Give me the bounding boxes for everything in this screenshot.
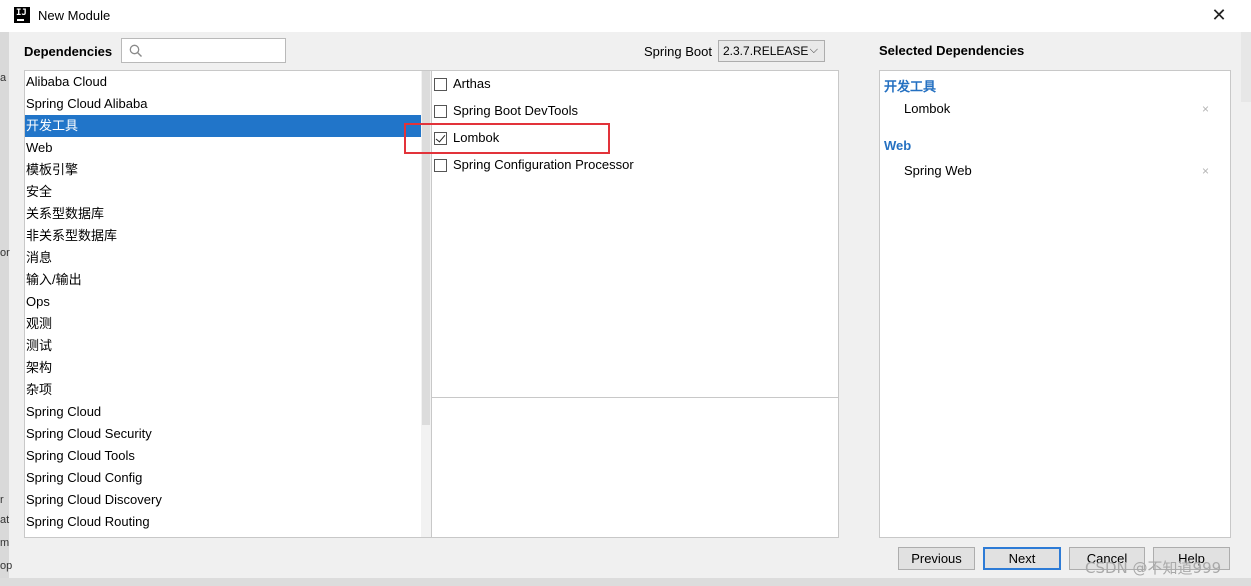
spring-boot-version-select[interactable]: 2.3.7.RELEASE ⌵: [718, 40, 825, 62]
category-item[interactable]: Web: [25, 137, 422, 159]
dependency-checkbox[interactable]: [434, 78, 447, 91]
category-item[interactable]: 关系型数据库: [25, 203, 422, 225]
category-item[interactable]: 架构: [25, 357, 422, 379]
background-window-strip: [0, 578, 1251, 586]
category-item[interactable]: 开发工具: [25, 115, 422, 137]
selected-group-title: 开发工具: [884, 79, 937, 94]
category-item[interactable]: 非关系型数据库: [25, 225, 422, 247]
remove-icon[interactable]: ×: [1202, 164, 1209, 178]
spring-boot-version-value: 2.3.7.RELEASE: [723, 44, 809, 58]
window-title: New Module: [38, 8, 111, 23]
background-window-edge-right: [1241, 32, 1251, 102]
intellij-idea-icon: IJ: [14, 7, 30, 23]
previous-button[interactable]: Previous: [898, 547, 975, 570]
category-item[interactable]: Ops: [25, 291, 422, 313]
dependency-checkbox[interactable]: [434, 105, 447, 118]
selected-group-title: Web: [884, 138, 912, 153]
category-item[interactable]: 测试: [25, 335, 422, 357]
search-icon: [129, 44, 142, 57]
category-item[interactable]: Spring Cloud Config: [25, 467, 422, 489]
edge-fragment: a: [0, 72, 7, 84]
dependency-name: Arthas: [453, 76, 491, 91]
search-input[interactable]: [146, 42, 282, 59]
dependency-checkbox[interactable]: [434, 159, 447, 172]
search-field[interactable]: [121, 38, 286, 63]
category-item[interactable]: Spring Cloud Tools: [25, 445, 422, 467]
edge-fragment: m: [0, 537, 10, 549]
category-item[interactable]: 消息: [25, 247, 422, 269]
chevron-down-icon: ⌵: [809, 44, 818, 56]
category-item[interactable]: Spring Cloud Security: [25, 423, 422, 445]
category-item[interactable]: 安全: [25, 181, 422, 203]
dependency-name: Spring Configuration Processor: [453, 157, 634, 172]
description-divider: [432, 397, 838, 398]
category-item[interactable]: Alibaba Cloud: [25, 71, 422, 93]
title-bar: IJ New Module ✕: [0, 0, 1251, 32]
annotation-highlight-box: [404, 123, 610, 154]
edge-fragment: at: [0, 514, 10, 526]
close-icon[interactable]: ✕: [1208, 4, 1230, 26]
dependency-name: Spring Boot DevTools: [453, 103, 579, 118]
category-item[interactable]: Spring Cloud Routing: [25, 511, 422, 533]
category-item[interactable]: Spring Cloud Discovery: [25, 489, 422, 511]
selected-dependencies-label: Selected Dependencies: [879, 43, 1025, 58]
category-list: Alibaba Cloud Spring Cloud Alibaba 开发工具 Web…: [24, 70, 432, 538]
selected-dependency-item: Spring Web: [904, 163, 972, 178]
edge-fragment: r: [0, 494, 4, 506]
category-item[interactable]: 观测: [25, 313, 422, 335]
spring-boot-label: Spring Boot: [644, 44, 712, 59]
background-window-edge: a or r at m op: [0, 32, 13, 586]
watermark: CSDN @不知道999: [1085, 559, 1222, 577]
edge-fragment: or: [0, 247, 10, 259]
selected-dependencies-panel: 开发工具 Lombok × Web Spring Web ×: [879, 70, 1231, 538]
remove-icon[interactable]: ×: [1202, 102, 1209, 116]
selected-dependency-item: Lombok: [904, 101, 951, 116]
category-item[interactable]: Spring Cloud Alibaba: [25, 93, 422, 115]
category-item[interactable]: 模板引擎: [25, 159, 422, 181]
next-button[interactable]: Next: [983, 547, 1061, 570]
category-item[interactable]: Spring Cloud: [25, 401, 422, 423]
dependency-row[interactable]: Arthas: [432, 73, 832, 95]
dependencies-label: Dependencies: [24, 44, 113, 59]
edge-fragment: op: [0, 560, 13, 572]
dependency-row[interactable]: Spring Configuration Processor: [432, 154, 832, 176]
category-item[interactable]: 输入/输出: [25, 269, 422, 291]
dependency-row[interactable]: Spring Boot DevTools: [432, 100, 832, 122]
category-item[interactable]: 杂项: [25, 379, 422, 401]
